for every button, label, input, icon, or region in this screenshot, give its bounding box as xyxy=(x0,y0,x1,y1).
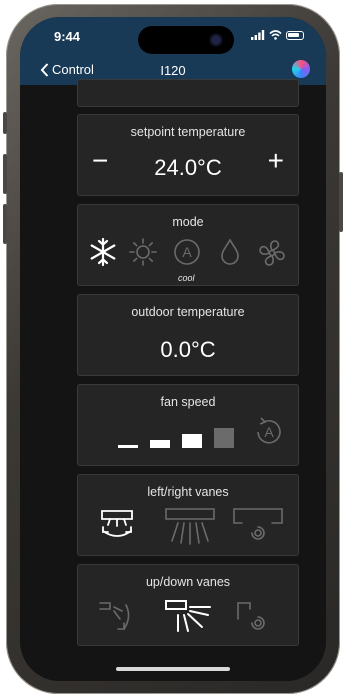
ud-vanes-swing-icon[interactable] xyxy=(96,599,136,639)
phone-screen: 9:44 Control I120 setpoint temperature −… xyxy=(20,17,326,681)
ud-vanes-spot-icon[interactable] xyxy=(234,599,278,639)
fan-speed-title: fan speed xyxy=(160,395,216,409)
svg-text:A: A xyxy=(182,244,192,260)
lr-vanes-card: left/right vanes xyxy=(77,474,299,556)
lr-vanes-title: left/right vanes xyxy=(147,485,229,499)
mode-title: mode xyxy=(172,215,204,229)
lr-vanes-spot-icon[interactable] xyxy=(232,505,284,545)
power-button xyxy=(339,172,343,232)
auto-mode-icon[interactable]: A xyxy=(172,237,202,267)
app-header: 9:44 Control I120 xyxy=(20,17,326,85)
signal-icon xyxy=(251,30,265,40)
volume-up-button xyxy=(3,154,7,194)
fan-speed-card: fan speed A xyxy=(77,384,299,466)
increase-button[interactable]: + xyxy=(268,147,284,175)
wifi-icon xyxy=(269,30,282,40)
volume-down-button xyxy=(3,204,7,244)
outdoor-temp-card: outdoor temperature 0.0°C xyxy=(77,294,299,376)
status-time: 9:44 xyxy=(54,29,81,44)
ud-vanes-card: up/down vanes xyxy=(77,564,299,646)
outdoor-value: 0.0°C xyxy=(160,337,216,362)
lr-vanes-swing-icon[interactable] xyxy=(98,505,138,545)
dynamic-island xyxy=(138,26,234,54)
page-title: I120 xyxy=(160,63,186,78)
content-area: setpoint temperature − 24.0°C + mode A c… xyxy=(20,79,326,681)
partial-card xyxy=(77,79,299,107)
siri-icon[interactable] xyxy=(292,60,310,78)
svg-text:A: A xyxy=(264,424,274,440)
setpoint-title: setpoint temperature xyxy=(130,125,246,139)
outdoor-title: outdoor temperature xyxy=(131,305,245,319)
ud-vanes-position-icon[interactable] xyxy=(162,597,214,641)
droplet-icon[interactable] xyxy=(218,237,242,267)
fan-speed-1-button[interactable] xyxy=(118,445,138,448)
fan-speed-3-button[interactable] xyxy=(182,434,202,448)
ud-vanes-title: up/down vanes xyxy=(145,575,231,589)
sun-icon[interactable] xyxy=(128,237,158,267)
lr-vanes-wide-icon[interactable] xyxy=(164,505,216,549)
fan-auto-icon[interactable]: A xyxy=(252,415,286,449)
fan-speed-4-button[interactable] xyxy=(214,428,234,448)
mode-selected-label: cool xyxy=(178,273,195,283)
fan-speed-2-button[interactable] xyxy=(150,440,170,448)
snowflake-icon[interactable] xyxy=(88,237,118,267)
home-indicator xyxy=(116,667,230,671)
setpoint-value: 24.0°C xyxy=(154,155,222,180)
camera-icon xyxy=(211,35,221,45)
setpoint-card: setpoint temperature − 24.0°C + xyxy=(77,114,299,196)
fan-icon[interactable] xyxy=(256,237,288,269)
battery-icon xyxy=(286,30,304,40)
mode-card: mode A cool xyxy=(77,204,299,286)
action-button xyxy=(3,112,7,134)
status-icons xyxy=(251,30,304,40)
